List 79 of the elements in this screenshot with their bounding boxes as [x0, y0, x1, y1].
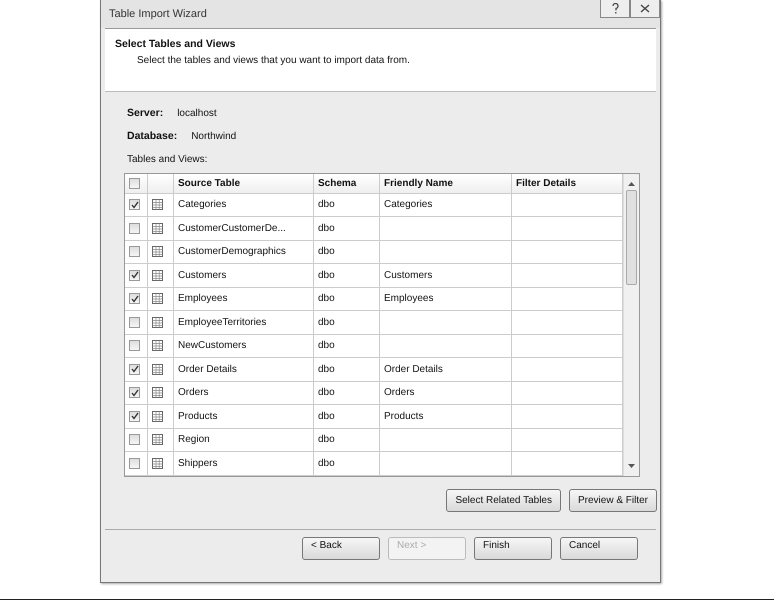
table-cell-text: Shippers — [178, 456, 218, 471]
table-cell-text: Employees — [178, 292, 228, 306]
table-cell-text: dbo — [318, 456, 335, 471]
table-icon — [152, 340, 163, 352]
checkbox[interactable] — [129, 199, 140, 210]
wizard-button[interactable]: Finish — [474, 537, 552, 560]
action-button[interactable]: Preview & Filter — [568, 488, 657, 512]
table-icon — [152, 434, 163, 446]
table-icon — [152, 270, 163, 281]
checkbox[interactable] — [129, 270, 140, 281]
table-cell-text: dbo — [318, 268, 335, 283]
table-icon — [152, 222, 163, 234]
wizard-button[interactable]: Cancel — [560, 537, 638, 560]
table-cell-text: Products — [178, 410, 218, 424]
checkbox[interactable] — [129, 387, 140, 398]
table-icon — [152, 410, 163, 422]
action-button[interactable]: Select Related Tables — [446, 488, 561, 512]
table-cell-text: Employees — [384, 292, 434, 306]
close-icon — [640, 4, 650, 13]
table-cell-text: dbo — [318, 433, 335, 448]
table-cell-text: dbo — [318, 410, 335, 424]
table-cell-text: Customers — [384, 268, 432, 283]
checkbox[interactable] — [129, 364, 140, 375]
window-title: Table Import Wizard — [109, 6, 207, 22]
table-cell-text: Orders — [178, 386, 209, 400]
checkbox[interactable] — [129, 434, 140, 446]
field-label: Database: — [127, 128, 178, 144]
checkbox[interactable] — [129, 410, 140, 422]
table-cell-text: dbo — [318, 222, 335, 236]
table-icon — [152, 316, 163, 328]
page-subtitle: Select the tables and views that you want to import data from. — [136, 54, 411, 68]
table-cell-text: dbo — [318, 292, 335, 306]
table-icon — [152, 199, 163, 210]
table-icon — [152, 364, 163, 375]
close-button[interactable] — [630, 0, 660, 18]
table-cell-text: dbo — [318, 316, 335, 330]
table-cell-text: dbo — [318, 386, 335, 400]
column-header[interactable]: Schema — [314, 174, 380, 192]
table-icon — [152, 293, 163, 304]
checkbox[interactable] — [129, 458, 140, 469]
table-cell-text: CustomerDemographics — [178, 245, 286, 260]
table-cell-text: Categories — [178, 198, 226, 212]
table-cell-text: CustomerCustomerDe... — [178, 222, 286, 236]
table-cell-text: dbo — [318, 198, 335, 212]
scroll-down-icon[interactable] — [628, 464, 635, 468]
checkbox[interactable] — [129, 340, 140, 352]
table-cell-text: dbo — [318, 339, 335, 354]
table-cell-text: Products — [384, 410, 424, 424]
field-value: localhost — [177, 107, 217, 121]
table-cell-text: NewCustomers — [178, 339, 246, 354]
table-cell-text: EmployeeTerritories — [178, 316, 266, 330]
table-cell-text: Categories — [384, 198, 432, 212]
table-cell-text: Order Details — [178, 362, 237, 377]
scroll-up-icon[interactable] — [628, 182, 635, 186]
table-cell-text: dbo — [318, 245, 335, 260]
table-cell-text: Customers — [178, 268, 226, 283]
table-cell-text: Region — [178, 433, 210, 448]
wizard-button[interactable]: < Back — [302, 537, 380, 560]
table-icon — [152, 246, 163, 258]
page-title: Select Tables and Views — [115, 37, 236, 52]
table-cell-text: Orders — [384, 386, 415, 400]
table-cell-text: dbo — [318, 362, 335, 377]
column-header[interactable]: Friendly Name — [380, 174, 512, 192]
checkbox[interactable] — [129, 222, 140, 234]
column-header[interactable]: Source Table — [174, 174, 314, 192]
section-label: Tables and Views: — [127, 152, 208, 166]
scrollbar[interactable] — [623, 174, 639, 476]
checkbox[interactable] — [129, 293, 140, 304]
table-icon — [152, 458, 163, 469]
table-icon — [152, 387, 163, 398]
checkbox[interactable] — [129, 246, 140, 258]
checkbox[interactable] — [129, 178, 140, 188]
field-value: Northwind — [191, 130, 236, 144]
checkbox[interactable] — [129, 316, 140, 328]
field-label: Server: — [127, 106, 164, 121]
help-icon — [612, 3, 618, 14]
help-button[interactable] — [600, 0, 630, 18]
scroll-thumb[interactable] — [626, 190, 637, 284]
table-cell-text: Order Details — [384, 362, 443, 377]
